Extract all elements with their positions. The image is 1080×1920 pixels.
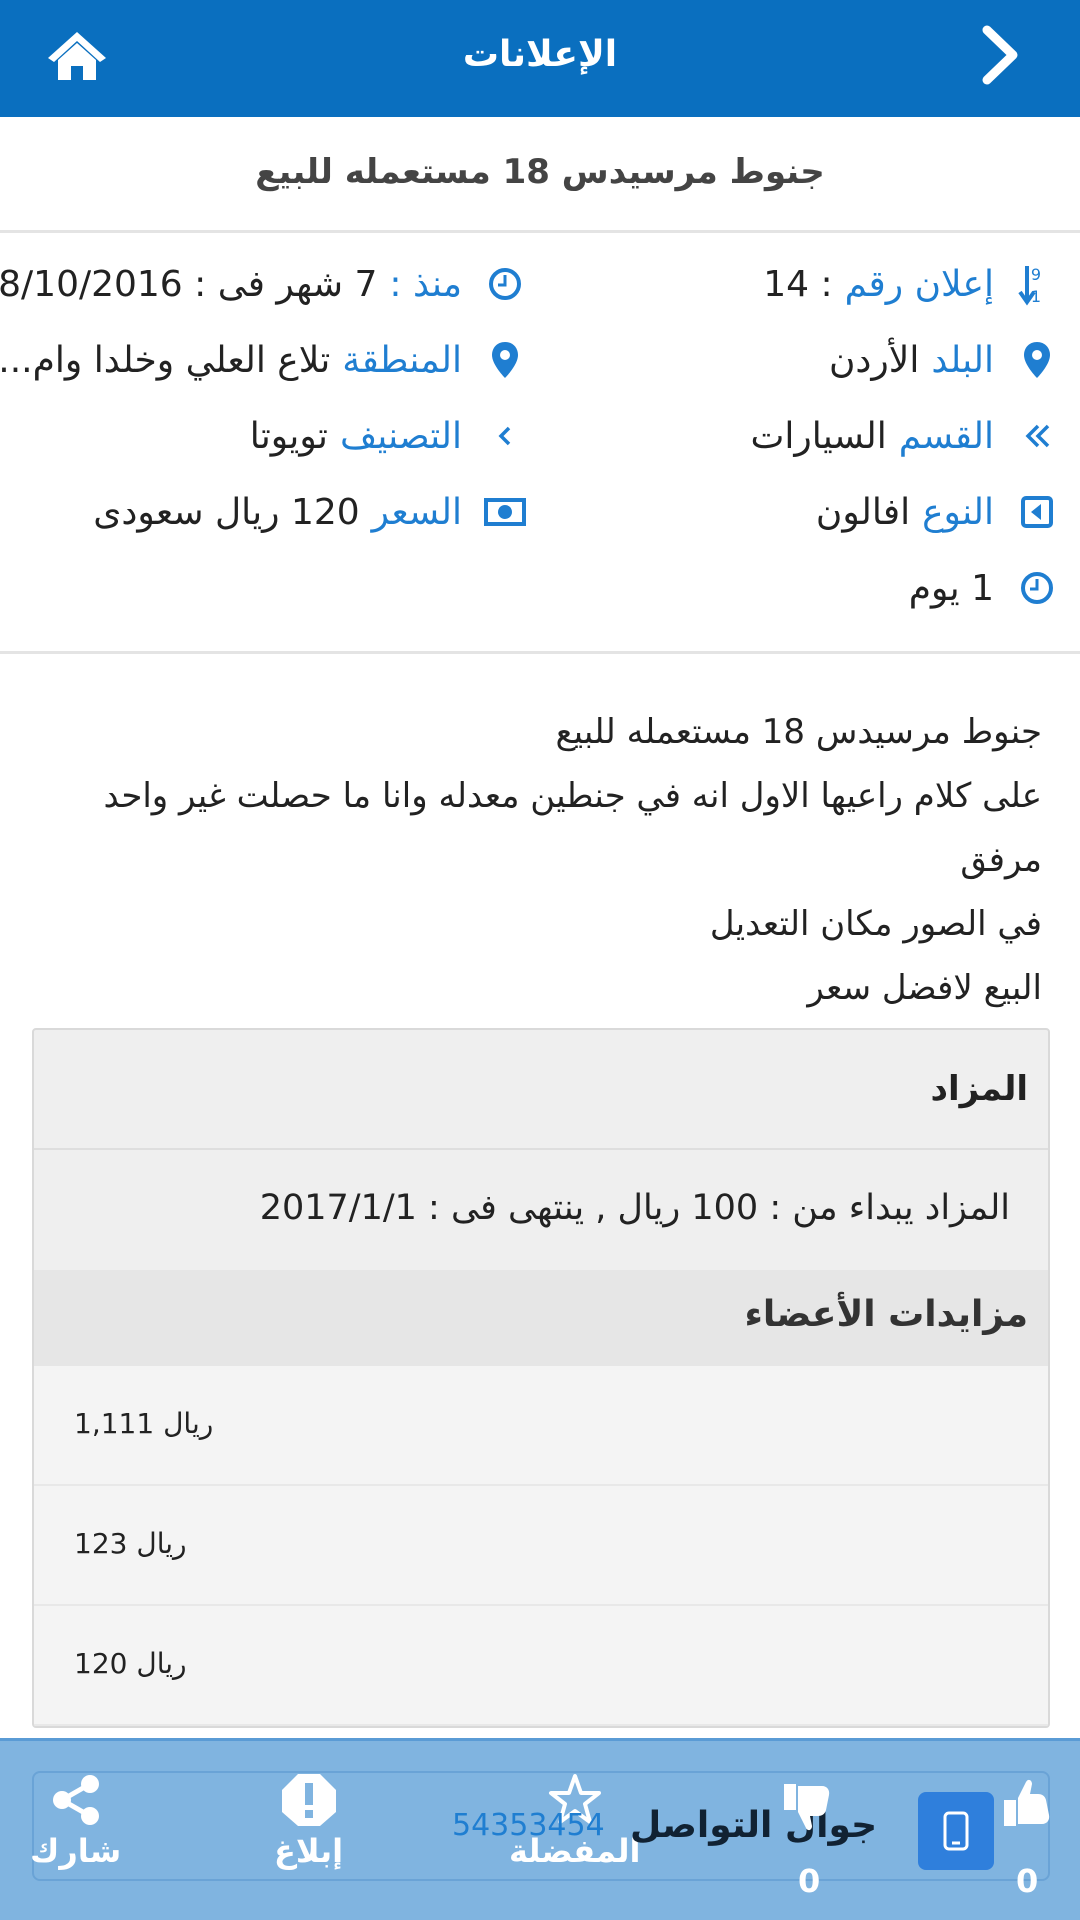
thumbs-down-icon <box>784 1784 830 1831</box>
svg-text:9: 9 <box>1031 265 1041 284</box>
caret-square-icon <box>1014 489 1060 535</box>
clock-icon <box>482 261 528 307</box>
map-pin-icon <box>482 337 528 383</box>
duration-value: 1 يوم <box>908 567 994 609</box>
member-bids-title: مزايدات الأعضاء <box>34 1270 1048 1366</box>
section-label: القسم <box>898 415 994 457</box>
contact-phone-number[interactable]: 54353454 <box>452 1808 605 1843</box>
clock-icon <box>1014 565 1060 611</box>
chevron-icon <box>482 413 528 459</box>
report-button[interactable]: إبلاغ <box>274 1772 343 1870</box>
svg-text:1: 1 <box>1031 287 1041 306</box>
region-label: المنطقة <box>342 339 462 381</box>
description-line: جنوط مرسيدس 18 مستعمله للبيع <box>555 712 1042 752</box>
type-label: النوع <box>922 491 994 533</box>
category-label: التصنيف <box>339 415 462 457</box>
description-line: البيع لافضل سعر <box>807 968 1042 1008</box>
money-icon <box>482 489 528 535</box>
share-button[interactable]: شارك <box>30 1772 121 1870</box>
auction-title: المزاد <box>34 1030 1048 1150</box>
country: البلد الأردن <box>829 330 1060 390</box>
thumbs-up-icon <box>1004 1779 1050 1826</box>
country-value: الأردن <box>828 339 920 381</box>
page-title: الإعلانات <box>462 34 618 75</box>
price: السعر 120 ريال سعودى <box>93 482 528 542</box>
region: المنطقة تلاع العلي وخلدا وام... <box>0 330 528 390</box>
category-value: تويوتا <box>249 415 328 457</box>
bid-row: ريال 120 <box>34 1606 1048 1726</box>
report-label: إبلاغ <box>274 1832 344 1870</box>
section-value: السيارات <box>750 415 887 457</box>
dislike-button[interactable] <box>780 1778 836 1838</box>
auction-panel: المزاد المزاد يبداء من : 100 ريال , ينته… <box>32 1028 1050 1728</box>
country-label: البلد <box>931 339 994 381</box>
type: النوع افالون <box>816 482 1060 542</box>
top-bar: الإعلانات <box>0 0 1080 117</box>
back-arrow-icon[interactable] <box>975 24 1025 86</box>
share-icon <box>52 1775 99 1825</box>
type-value: افالون <box>815 491 911 533</box>
ad-details: 9 1 إعلان رقم : 14 منذ : 7 شهر فى : 8/10… <box>0 234 1080 654</box>
dislike-count: 0 <box>798 1862 821 1900</box>
duration: 1 يوم <box>909 558 1060 618</box>
region-value: تلاع العلي وخلدا وام... <box>0 339 331 381</box>
exclamation-icon <box>281 1774 336 1826</box>
section: القسم السيارات <box>751 406 1060 466</box>
double-chevron-icon <box>1014 413 1060 459</box>
sort-numeric-icon: 9 1 <box>1014 261 1060 307</box>
call-button[interactable] <box>918 1792 994 1870</box>
bid-row: ريال 1,111 <box>34 1366 1048 1486</box>
map-pin-icon <box>1014 337 1060 383</box>
bid-row: ريال 123 <box>34 1486 1048 1606</box>
ad-description: جنوط مرسيدس 18 مستعمله للبيع على كلام را… <box>32 700 1042 1020</box>
description-line: على كلام راعيها الاول انه في جنطين معدله… <box>103 776 1042 880</box>
like-button[interactable] <box>1000 1776 1056 1836</box>
ad-title: جنوط مرسيدس 18 مستعمله للبيع <box>0 117 1080 233</box>
auction-info: المزاد يبداء من : 100 ريال , ينتهى فى : … <box>259 1188 1010 1228</box>
price-label: السعر <box>371 491 462 533</box>
ad-number-label: إعلان رقم <box>844 263 994 305</box>
share-label: شارك <box>30 1832 122 1870</box>
ad-number-value: : 14 <box>763 263 833 305</box>
contact-phone-label: جوال التواصل <box>630 1805 878 1846</box>
since-label: منذ : <box>389 263 462 305</box>
price-value: 120 ريال سعودى <box>93 491 360 533</box>
since-value: 7 شهر فى : 8/10/2016 <box>0 263 378 305</box>
posted-since: منذ : 7 شهر فى : 8/10/2016 <box>0 254 528 314</box>
ad-number: 9 1 إعلان رقم : 14 <box>763 254 1060 314</box>
mobile-phone-icon <box>943 1811 969 1851</box>
category: التصنيف تويوتا <box>250 406 528 466</box>
description-line: في الصور مكان التعديل <box>709 904 1042 944</box>
like-count: 0 <box>1016 1862 1039 1900</box>
